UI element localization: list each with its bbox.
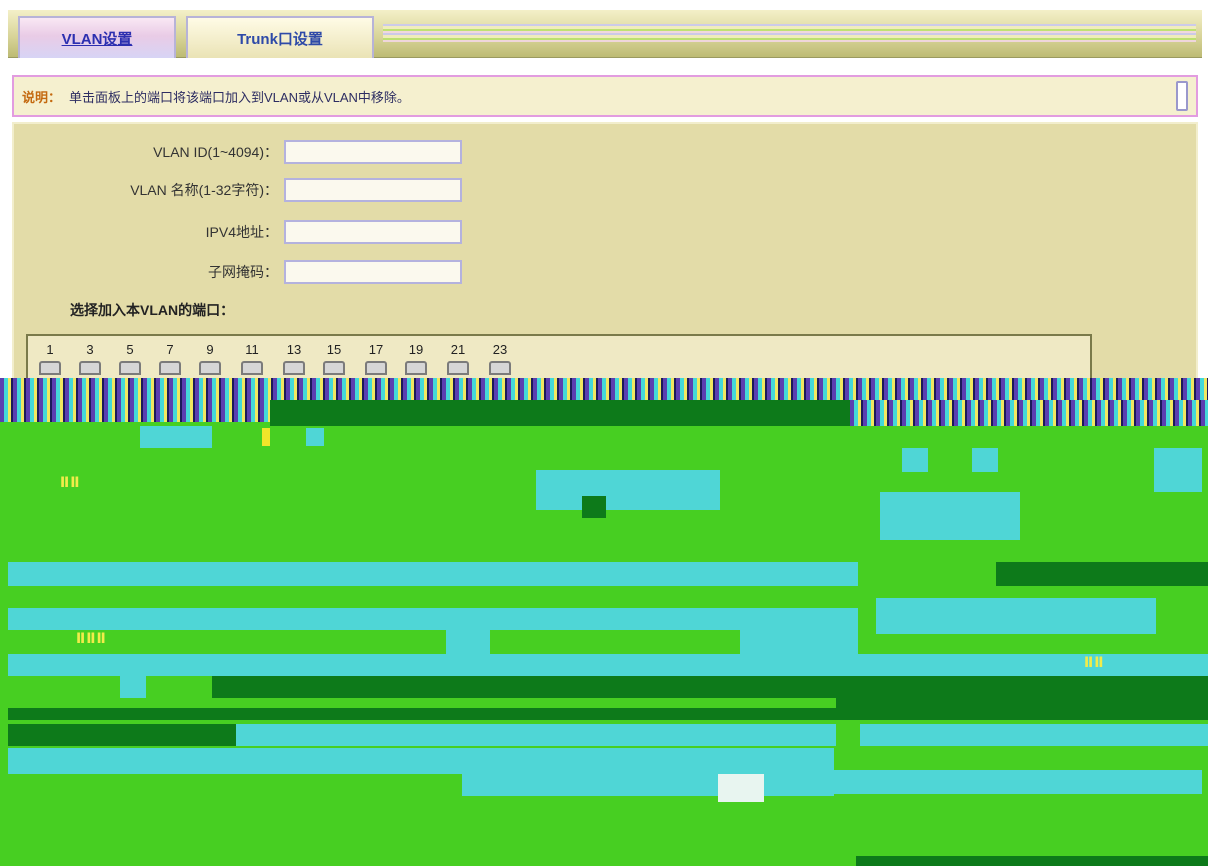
port-15[interactable]: 15 — [318, 342, 350, 375]
glitch-band — [8, 562, 858, 586]
subnet-mask-input[interactable] — [284, 260, 462, 284]
port-jack-icon[interactable] — [79, 361, 101, 375]
note-text: 单击面板上的端口将该端口加入到VLAN或从VLAN中移除。 — [69, 89, 410, 105]
port-19[interactable]: 19 — [400, 342, 432, 375]
glitch-band — [8, 724, 238, 746]
glitch-band — [830, 770, 1202, 794]
port-number: 19 — [408, 342, 424, 357]
port-jack-icon[interactable] — [323, 361, 345, 375]
port-3[interactable]: 3 — [74, 342, 106, 375]
glitch-block — [262, 428, 270, 446]
glitch-band — [856, 856, 1208, 866]
glitch-band — [462, 774, 834, 796]
port-number: 11 — [245, 342, 259, 357]
tab-trunk-settings-label: Trunk口设置 — [237, 30, 323, 48]
vlan-id-input[interactable] — [284, 140, 462, 164]
glitch-block — [1154, 448, 1202, 492]
note-tag: 说明： — [22, 89, 62, 105]
glitch-band — [236, 724, 836, 746]
glitch-block — [446, 630, 490, 656]
subnet-mask-label: 子网掩码： — [208, 264, 278, 280]
port-jack-icon[interactable] — [283, 361, 305, 375]
tab-strip: VLAN设置 Trunk口设置 — [8, 10, 1202, 58]
port-number: 15 — [326, 342, 342, 357]
tab-strip-decoration — [383, 24, 1196, 42]
port-21[interactable]: 21 — [442, 342, 474, 375]
port-jack-icon[interactable] — [241, 361, 263, 375]
vlan-name-row: VLAN 名称(1-32字符)： — [14, 174, 514, 206]
glitch-band — [212, 676, 1208, 698]
glitch-block — [306, 428, 324, 446]
ipv4-input[interactable] — [284, 220, 462, 244]
port-17[interactable]: 17 — [360, 342, 392, 375]
glitch-block — [876, 598, 1156, 634]
ports-title: 选择加入本VLAN的端口： — [70, 302, 235, 318]
port-9[interactable]: 9 — [194, 342, 226, 375]
vlan-id-label: VLAN ID(1~4094)： — [153, 144, 278, 160]
glitch-block — [140, 426, 212, 448]
glitch-band — [8, 748, 834, 774]
port-jack-icon[interactable] — [365, 361, 387, 375]
glitch-band — [270, 400, 860, 426]
glitch-block — [536, 470, 720, 510]
port-number: 21 — [450, 342, 466, 357]
glitch-band — [8, 608, 858, 630]
glitch-glyph: ⅡⅡ — [1084, 654, 1105, 670]
port-23[interactable]: 23 — [484, 342, 516, 375]
corrupted-render-area: ⅡⅡ ⅡⅡⅡ ⅡⅡ — [0, 378, 1208, 866]
port-jack-icon[interactable] — [39, 361, 61, 375]
glitch-band — [836, 698, 1208, 720]
port-number: 17 — [368, 342, 384, 357]
port-number: 23 — [492, 342, 508, 357]
tab-vlan-settings-label: VLAN设置 — [61, 30, 133, 48]
ipv4-row: IPV4地址： — [14, 216, 514, 248]
glitch-band — [0, 378, 1208, 400]
port-jack-icon[interactable] — [159, 361, 181, 375]
port-jack-icon[interactable] — [119, 361, 141, 375]
port-jack-icon[interactable] — [405, 361, 427, 375]
glitch-band — [860, 724, 1208, 746]
vlan-name-input[interactable] — [284, 178, 462, 202]
note-bar: 说明： 单击面板上的端口将该端口加入到VLAN或从VLAN中移除。 — [12, 75, 1198, 117]
tab-trunk-settings[interactable]: Trunk口设置 — [186, 16, 374, 58]
glitch-block — [740, 630, 858, 656]
glitch-band — [8, 654, 1208, 676]
subnet-mask-row: 子网掩码： — [14, 256, 514, 288]
port-number: 1 — [46, 342, 54, 357]
glitch-band — [0, 400, 270, 422]
glitch-block — [972, 448, 998, 472]
port-jack-icon[interactable] — [199, 361, 221, 375]
glitch-block — [902, 448, 928, 472]
ipv4-label: IPV4地址： — [205, 224, 278, 240]
port-7[interactable]: 7 — [154, 342, 186, 375]
tab-vlan-settings[interactable]: VLAN设置 — [18, 16, 176, 58]
glitch-block — [582, 496, 606, 518]
vlan-id-row: VLAN ID(1~4094)： — [14, 136, 514, 168]
port-jack-icon[interactable] — [447, 361, 469, 375]
port-number: 13 — [286, 342, 302, 357]
port-1[interactable]: 1 — [34, 342, 66, 375]
glitch-glyph: ⅡⅡⅡ — [76, 630, 107, 646]
port-13[interactable]: 13 — [278, 342, 310, 375]
port-jack-icon[interactable] — [489, 361, 511, 375]
port-number: 9 — [206, 342, 214, 357]
vlan-name-label: VLAN 名称(1-32字符)： — [130, 182, 278, 198]
port-5[interactable]: 5 — [114, 342, 146, 375]
port-number: 7 — [166, 342, 174, 357]
vlan-form-panel: VLAN ID(1~4094)： VLAN 名称(1-32字符)： IPV4地址… — [12, 122, 1198, 386]
glitch-band — [996, 562, 1208, 586]
port-number: 3 — [86, 342, 94, 357]
port-number: 5 — [126, 342, 134, 357]
glitch-block — [880, 492, 1020, 540]
glitch-glyph: ⅡⅡ — [60, 474, 81, 490]
scroll-cap-icon — [1176, 81, 1188, 111]
glitch-block — [718, 774, 764, 802]
port-11[interactable]: 11 — [236, 342, 268, 375]
glitch-band — [850, 400, 1208, 426]
glitch-block — [120, 676, 146, 698]
